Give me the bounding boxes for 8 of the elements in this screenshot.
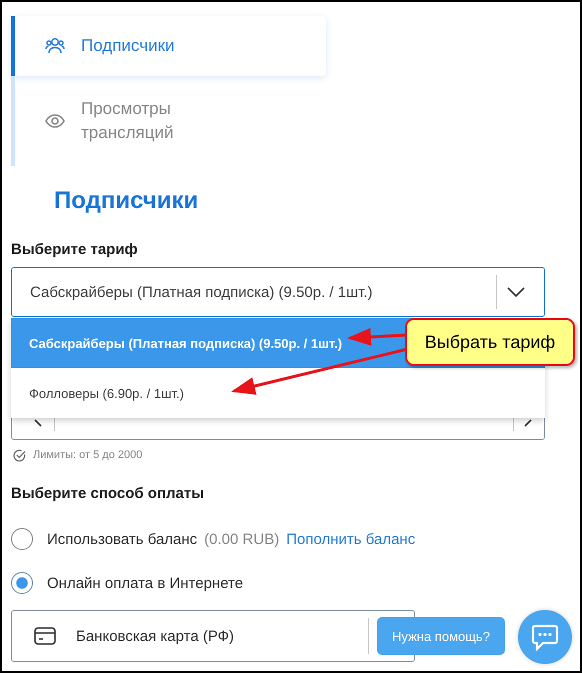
- field-label: Выберите способ оплаты: [11, 484, 206, 504]
- field-label: Выберите тариф: [11, 240, 139, 260]
- balance-amount: (0.00 RUB): [204, 530, 280, 548]
- radio-label: Использовать баланс: [47, 530, 198, 548]
- radio-label: Онлайн оплата в Интернете: [47, 574, 244, 592]
- limits-note: Лимиты: от 5 до 2000: [33, 449, 142, 461]
- page-heading: Подписчики: [54, 186, 200, 216]
- callout-tooltip: Выбрать тариф: [405, 318, 575, 366]
